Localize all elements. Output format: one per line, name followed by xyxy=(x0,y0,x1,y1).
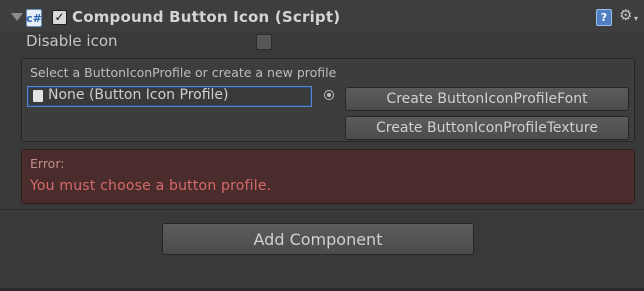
error-title: Error: xyxy=(30,156,65,171)
error-box xyxy=(21,149,635,204)
gear-icon[interactable]: ⚙ xyxy=(619,6,632,24)
error-message: You must choose a button profile. xyxy=(30,178,272,194)
disable-icon-label: Disable icon xyxy=(26,32,118,50)
document-icon xyxy=(33,90,43,102)
object-picker-icon[interactable] xyxy=(324,90,334,100)
help-icon[interactable]: ? xyxy=(596,9,612,26)
foldout-arrow-icon[interactable] xyxy=(11,13,23,21)
divider xyxy=(0,209,644,210)
profile-field-value: None (Button Icon Profile) xyxy=(48,87,229,103)
chevron-down-icon[interactable]: ▾ xyxy=(634,14,638,23)
profile-caption: Select a ButtonIconProfile or create a n… xyxy=(30,65,337,80)
add-component-button[interactable]: Add Component xyxy=(162,223,474,255)
create-font-profile-button[interactable]: Create ButtonIconProfileFont xyxy=(345,87,629,111)
component-enabled-checkbox[interactable]: ✓ xyxy=(52,10,67,25)
component-title: Compound Button Icon (Script) xyxy=(72,8,341,26)
script-icon: c# xyxy=(26,9,42,27)
create-texture-profile-button[interactable]: Create ButtonIconProfileTexture xyxy=(345,116,629,140)
disable-icon-checkbox[interactable] xyxy=(256,34,272,50)
